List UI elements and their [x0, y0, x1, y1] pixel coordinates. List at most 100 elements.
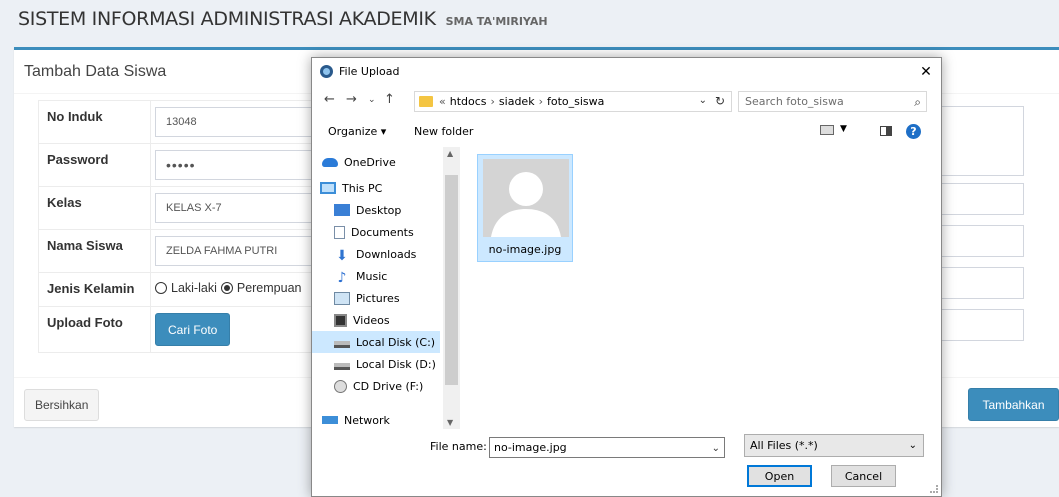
placeholder-avatar-icon: [483, 159, 569, 237]
cd-drive-icon: [334, 379, 347, 393]
breadcrumb-foto-siswa[interactable]: foto_siswa: [547, 95, 604, 108]
school-name: SMA TA'MIRIYAH: [445, 15, 548, 28]
computer-icon: [320, 182, 336, 194]
nav-item-desktop[interactable]: Desktop: [334, 199, 401, 221]
file-item-no-image[interactable]: no-image.jpg: [477, 154, 573, 262]
browser-app-icon: [320, 65, 333, 78]
nav-item-videos[interactable]: Videos: [334, 309, 390, 331]
search-icon: ⌕: [914, 95, 921, 109]
onedrive-icon: [322, 157, 338, 167]
close-icon[interactable]: ✕: [911, 58, 941, 85]
network-icon: [322, 416, 338, 424]
radio-perempuan[interactable]: [220, 282, 233, 294]
open-button[interactable]: Open: [747, 465, 812, 487]
file-name-label: no-image.jpg: [488, 243, 562, 256]
chevron-down-icon[interactable]: ⌄: [699, 95, 707, 106]
chevron-down-icon: ⌄: [908, 440, 917, 451]
nav-item-label: Music: [356, 269, 388, 283]
nav-item-pictures[interactable]: Pictures: [334, 287, 400, 309]
jenis-kelamin-label: Jenis Kelamin: [38, 272, 151, 307]
app-title: SISTEM INFORMASI ADMINISTRASI AKADEMIK: [18, 8, 436, 30]
nav-item-local-disk-d[interactable]: Local Disk (D:): [334, 353, 436, 375]
navigation-pane: OneDrive This PC Desktop Documents ⬇ Down…: [312, 147, 460, 429]
view-options-icon[interactable]: [820, 125, 834, 135]
nama-siswa-input[interactable]: ZELDA FAHMA PUTRI: [155, 236, 325, 266]
dialog-toolbar: Organize ▾ New folder ▼ ?: [312, 121, 941, 143]
nav-item-label: OneDrive: [344, 155, 396, 169]
tambahkan-button[interactable]: Tambahkan: [968, 388, 1059, 421]
kelas-label: Kelas: [38, 186, 151, 230]
chevron-right-icon: ›: [538, 95, 543, 108]
search-input[interactable]: Search foto_siswa ⌕: [738, 91, 927, 112]
chevron-down-icon[interactable]: ▼: [840, 124, 847, 134]
drive-icon: [334, 362, 350, 370]
pictures-icon: [334, 291, 350, 305]
file-type-select[interactable]: All Files (*.*) ⌄: [744, 434, 924, 457]
path-overflow: «: [439, 95, 446, 108]
back-arrow-icon[interactable]: ←: [324, 92, 335, 107]
no-induk-input[interactable]: 13048: [155, 107, 325, 137]
nav-item-label: Downloads: [356, 247, 417, 261]
help-icon[interactable]: ?: [906, 124, 921, 139]
dialog-title: File Upload: [339, 65, 400, 78]
documents-icon: [334, 225, 345, 239]
page-title: SISTEM INFORMASI ADMINISTRASI AKADEMIK S…: [18, 8, 548, 30]
nav-item-label: Local Disk (C:): [356, 335, 436, 349]
nav-item-label: Local Disk (D:): [356, 357, 436, 371]
password-label: Password: [38, 143, 151, 187]
nav-item-network[interactable]: Network: [322, 409, 390, 429]
chevron-right-icon: ›: [490, 95, 495, 108]
nav-item-cd-drive-f[interactable]: CD Drive (F:): [334, 375, 423, 397]
bersihkan-button[interactable]: Bersihkan: [24, 389, 100, 421]
cari-foto-button[interactable]: Cari Foto: [155, 313, 231, 346]
refresh-icon[interactable]: ↻: [715, 94, 725, 108]
nav-item-downloads[interactable]: ⬇ Downloads: [334, 243, 416, 265]
nav-item-label: Documents: [351, 225, 414, 239]
scroll-up-icon[interactable]: ▲: [447, 149, 453, 158]
student-form-table: No Induk 13048 Password ••••• Kelas KELA…: [38, 100, 330, 353]
file-name-value: no-image.jpg: [494, 441, 567, 454]
file-upload-dialog: File Upload ✕ ← → ⌄ ↑ « htdocs › siadek …: [311, 57, 942, 497]
desktop-icon: [334, 204, 350, 216]
search-placeholder: Search foto_siswa: [745, 95, 844, 108]
gender-radio-group: Laki-laki Perempuan: [155, 279, 325, 295]
nav-item-label: Network: [344, 413, 390, 427]
radio-perempuan-label: Perempuan: [236, 281, 302, 295]
breadcrumb-siadek[interactable]: siadek: [499, 95, 535, 108]
nav-item-this-pc[interactable]: This PC: [320, 177, 382, 199]
nav-item-label: This PC: [342, 181, 383, 195]
new-folder-button[interactable]: New folder: [414, 125, 473, 138]
scroll-down-icon[interactable]: ▼: [447, 418, 453, 427]
nav-item-onedrive[interactable]: OneDrive: [322, 151, 396, 173]
recent-locations-icon[interactable]: ⌄: [368, 95, 376, 105]
cancel-button[interactable]: Cancel: [831, 465, 896, 487]
breadcrumb-htdocs[interactable]: htdocs: [450, 95, 487, 108]
music-note-icon: ♪: [337, 269, 347, 286]
scrollbar-thumb[interactable]: [445, 175, 458, 385]
radio-laki-laki[interactable]: [155, 282, 167, 294]
radio-laki-laki-label: Laki-laki: [171, 281, 217, 295]
drive-icon: [334, 340, 350, 348]
resize-grip-icon[interactable]: [930, 485, 938, 493]
dialog-titlebar: File Upload: [312, 58, 941, 85]
upload-foto-label: Upload Foto: [38, 306, 151, 353]
kelas-select[interactable]: KELAS X-7: [155, 193, 325, 223]
up-arrow-icon[interactable]: ↑: [384, 92, 395, 107]
chevron-down-icon[interactable]: ⌄: [712, 439, 720, 458]
navigation-bar: ← → ⌄ ↑ « htdocs › siadek › foto_siswa ⌄…: [312, 89, 941, 113]
nav-item-local-disk-c[interactable]: Local Disk (C:): [312, 331, 440, 353]
preview-pane-icon[interactable]: [880, 126, 892, 136]
password-input[interactable]: •••••: [155, 150, 325, 180]
nama-siswa-label: Nama Siswa: [38, 229, 151, 273]
file-name-input[interactable]: no-image.jpg ⌄: [489, 437, 725, 458]
address-bar[interactable]: « htdocs › siadek › foto_siswa ⌄ ↻: [414, 91, 732, 112]
nav-item-music[interactable]: ♪ Music: [334, 265, 388, 287]
nav-pane-scrollbar[interactable]: ▲ ▼: [443, 147, 460, 429]
organize-menu[interactable]: Organize ▾: [328, 125, 386, 138]
nav-item-documents[interactable]: Documents: [334, 221, 414, 243]
folder-icon: [419, 96, 433, 107]
no-induk-label: No Induk: [38, 100, 151, 144]
download-arrow-icon: ⬇: [336, 247, 348, 264]
videos-icon: [334, 313, 347, 327]
forward-arrow-icon[interactable]: →: [346, 92, 357, 107]
